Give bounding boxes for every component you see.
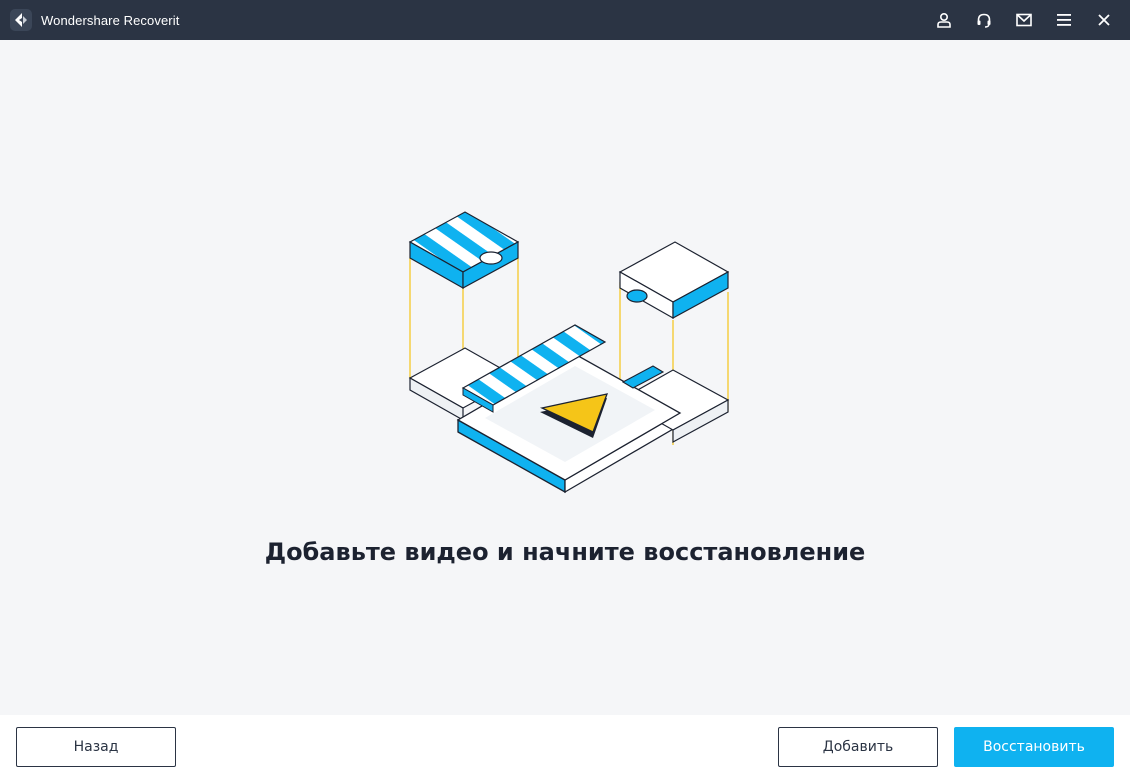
close-button[interactable] xyxy=(1084,0,1124,40)
menu-icon xyxy=(1057,14,1071,26)
support-headset-icon xyxy=(977,13,991,28)
video-puzzle-illustration xyxy=(395,200,745,500)
menu-button[interactable] xyxy=(1044,0,1084,40)
restore-button[interactable]: Восстановить xyxy=(954,727,1114,767)
title-bar: Wondershare Recoverit xyxy=(0,0,1130,40)
account-icon xyxy=(937,12,951,28)
account-button[interactable] xyxy=(924,0,964,40)
app-logo-icon xyxy=(10,9,32,31)
page-headline: Добавьте видео и начните восстановление xyxy=(264,538,866,566)
app-title: Wondershare Recoverit xyxy=(41,12,180,28)
app-window: Wondershare Recoverit Добавьте видео и н… xyxy=(0,0,1130,779)
mail-icon xyxy=(1016,13,1032,27)
close-icon xyxy=(1098,14,1110,26)
support-button[interactable] xyxy=(964,0,1004,40)
mail-button[interactable] xyxy=(1004,0,1044,40)
title-actions xyxy=(924,0,1124,40)
main-content: Добавьте видео и начните восстановление xyxy=(0,40,1130,715)
back-button[interactable]: Назад xyxy=(16,727,176,767)
footer-bar: Назад Добавить Восстановить xyxy=(0,715,1130,779)
add-button[interactable]: Добавить xyxy=(778,727,938,767)
